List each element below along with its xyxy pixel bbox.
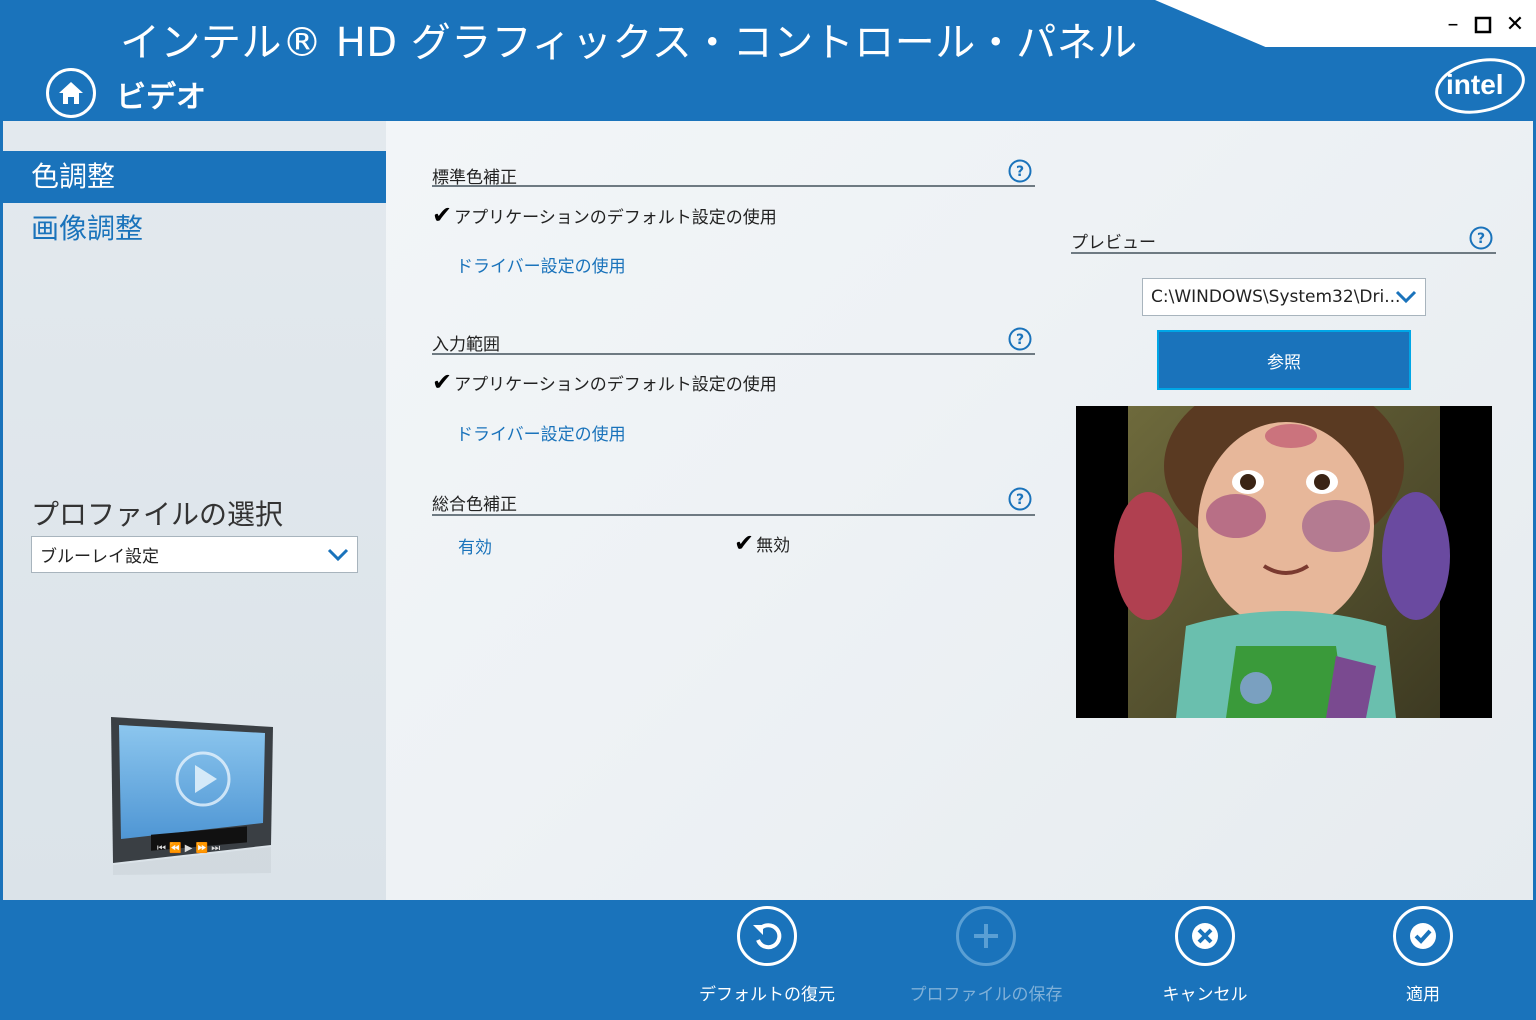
apply-label: 適用 <box>1406 985 1440 1005</box>
close-icon <box>1192 923 1218 949</box>
sidebar: 色調整 画像調整 プロファイルの選択 ブルーレイ設定 ⏮ ⏪ ▶ ⏩ ⏭ <box>3 121 386 900</box>
total-color-title: 総合色補正 <box>432 495 517 515</box>
checkmark-icon: ✔ <box>432 368 453 396</box>
home-icon <box>59 82 83 104</box>
svg-text:?: ? <box>1016 332 1024 348</box>
profile-select-label: プロファイルの選択 <box>31 498 284 531</box>
total-color-enable-option[interactable]: 有効 <box>458 533 492 558</box>
checkmark-icon <box>1410 923 1436 949</box>
apply-button[interactable]: 適用 <box>1343 906 1503 1016</box>
preview-file-dropdown[interactable]: C:\WINDOWS\System32\Dri... <box>1142 278 1426 316</box>
help-icon[interactable]: ? <box>1469 226 1493 250</box>
save-profile-button[interactable]: プロファイルの保存 <box>906 906 1066 1016</box>
input-range-app-default-option[interactable]: ✔ アプリケーションのデフォルト設定の使用 <box>432 368 777 396</box>
undo-icon <box>753 923 782 950</box>
save-profile-label: プロファイルの保存 <box>909 985 1063 1005</box>
preview-title: プレビュー <box>1071 233 1156 253</box>
window-title: インテル® HD グラフィックス・コントロール・パネル <box>120 20 1138 66</box>
cancel-label: キャンセル <box>1162 985 1248 1005</box>
svg-text:?: ? <box>1477 231 1485 247</box>
profile-dropdown-value: ブルーレイ設定 <box>40 547 159 567</box>
svg-text:?: ? <box>1016 164 1024 180</box>
total-color-disable-option[interactable]: ✔ 無効 <box>734 529 790 557</box>
sidebar-item-color-adjust[interactable]: 色調整 <box>3 151 386 203</box>
close-window-button[interactable]: ✕ <box>1500 10 1530 40</box>
svg-text:?: ? <box>1016 492 1024 508</box>
standard-color-driver-option[interactable]: ドライバー設定の使用 <box>456 252 626 277</box>
standard-color-app-default-option[interactable]: ✔ アプリケーションのデフォルト設定の使用 <box>432 201 777 229</box>
intel-logo: intel <box>1435 58 1525 114</box>
content-area: 色調整 画像調整 プロファイルの選択 ブルーレイ設定 ⏮ ⏪ ▶ ⏩ ⏭ 標準色… <box>3 121 1533 900</box>
footer-bar: デフォルトの復元 プロファイルの保存 キャンセル 適用 <box>0 900 1536 1020</box>
divider <box>432 185 1035 187</box>
title-bar: インテル® HD グラフィックス・コントロール・パネル – ✕ ビデオ inte… <box>0 0 1536 121</box>
minimize-button[interactable]: – <box>1438 10 1468 40</box>
section-title: ビデオ <box>116 80 206 115</box>
svg-text:intel: intel <box>1446 69 1504 100</box>
cancel-button[interactable]: キャンセル <box>1125 906 1285 1016</box>
maximize-button[interactable] <box>1468 10 1498 40</box>
browse-button[interactable]: 参照 <box>1157 330 1411 390</box>
checkmark-icon: ✔ <box>432 201 453 229</box>
divider <box>432 514 1035 516</box>
help-icon[interactable]: ? <box>1008 159 1032 183</box>
home-button[interactable] <box>46 68 96 118</box>
divider <box>1071 252 1496 254</box>
preview-image <box>1076 406 1492 718</box>
help-icon[interactable]: ? <box>1008 487 1032 511</box>
divider <box>432 353 1035 355</box>
input-range-title: 入力範囲 <box>432 335 500 355</box>
plus-icon <box>974 924 998 948</box>
preview-photo-illustration <box>1114 406 1450 718</box>
sidebar-item-image-adjust[interactable]: 画像調整 <box>3 203 386 255</box>
profile-dropdown[interactable]: ブルーレイ設定 <box>31 536 358 573</box>
checkmark-icon: ✔ <box>734 529 755 557</box>
svg-text:⏮ ⏪ ▶ ⏩ ⏭: ⏮ ⏪ ▶ ⏩ ⏭ <box>157 841 220 854</box>
preview-file-value: C:\WINDOWS\System32\Dri... <box>1151 287 1401 307</box>
option-label: 無効 <box>756 535 791 556</box>
help-icon[interactable]: ? <box>1008 327 1032 351</box>
restore-defaults-button[interactable]: デフォルトの復元 <box>687 906 847 1016</box>
option-label: アプリケーションのデフォルト設定の使用 <box>454 374 777 395</box>
chevron-down-icon <box>327 548 349 561</box>
chevron-down-icon <box>1395 290 1417 304</box>
video-player-illustration: ⏮ ⏪ ▶ ⏩ ⏭ <box>111 717 273 875</box>
option-label: アプリケーションのデフォルト設定の使用 <box>454 207 777 228</box>
restore-defaults-label: デフォルトの復元 <box>699 985 835 1005</box>
input-range-driver-option[interactable]: ドライバー設定の使用 <box>456 420 626 445</box>
